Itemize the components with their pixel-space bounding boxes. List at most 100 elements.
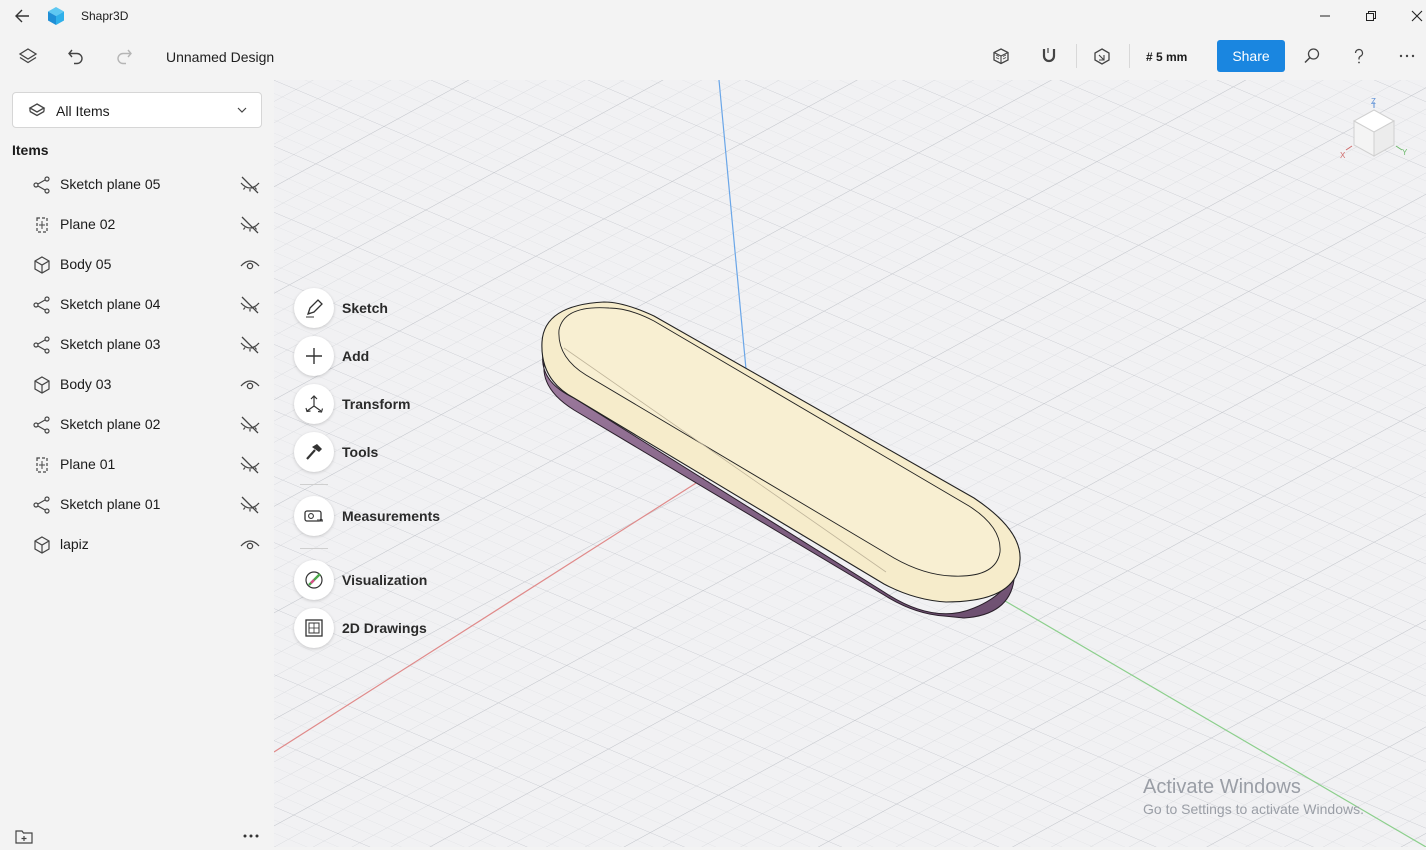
sketch-plane-icon (32, 335, 52, 355)
restore-icon[interactable] (1356, 4, 1386, 28)
tool-transform[interactable]: Transform (294, 384, 494, 424)
eye-hidden-icon[interactable] (239, 215, 261, 235)
sidebar-item[interactable]: lapiz (0, 524, 274, 564)
eye-hidden-icon[interactable] (239, 335, 261, 355)
sidebar-item-label: Sketch plane 05 (60, 176, 161, 192)
activation-watermark: Activate Windows Go to Settings to activ… (1143, 776, 1364, 817)
hammer-icon[interactable] (294, 432, 334, 472)
sidebar-item-label: Plane 02 (60, 216, 116, 232)
tool-label: Sketch (342, 300, 388, 316)
eye-icon[interactable] (239, 255, 261, 275)
eye-hidden-icon[interactable] (239, 415, 261, 435)
search-icon[interactable] (1299, 43, 1325, 69)
tool-separator (300, 484, 328, 485)
eye-hidden-icon[interactable] (239, 175, 261, 195)
layers-icon[interactable] (15, 43, 41, 69)
back-arrow-icon[interactable] (12, 6, 34, 26)
items-heading: Items (12, 142, 49, 158)
view-cube-axis-z: Z (1371, 97, 1376, 106)
top-toolbar: Unnamed Design # 5 mm Share (0, 32, 1426, 80)
view-style-icon[interactable] (988, 43, 1014, 69)
3d-viewport[interactable]: Z X Y Sketch Add Transform Tools Measurement… (274, 80, 1426, 847)
tool-2d-drawings[interactable]: 2D Drawings (294, 608, 494, 648)
help-icon[interactable] (1346, 43, 1372, 69)
toolbar-separator (1076, 44, 1077, 68)
shapr3d-logo-icon (46, 6, 66, 26)
sidebar-item-label: Body 05 (60, 256, 112, 272)
eye-hidden-icon[interactable] (239, 455, 261, 475)
item-filter-label: All Items (56, 103, 110, 119)
sidebar-item[interactable]: Plane 02 (0, 204, 274, 244)
item-filter-dropdown[interactable]: All Items (12, 92, 262, 128)
sidebar-item-label: Body 03 (60, 376, 112, 392)
sidebar-item[interactable]: Body 03 (0, 364, 274, 404)
sidebar-item-label: Sketch plane 04 (60, 296, 161, 312)
tool-label: Visualization (342, 572, 428, 588)
sidebar-item-label: Sketch plane 01 (60, 496, 161, 512)
plane-icon (32, 215, 52, 235)
eye-icon[interactable] (239, 375, 261, 395)
tool-sketch[interactable]: Sketch (294, 288, 494, 328)
tool-label: Transform (342, 396, 411, 412)
sidebar-item[interactable]: Sketch plane 04 (0, 284, 274, 324)
minimize-icon[interactable] (1310, 4, 1340, 28)
pen-icon[interactable] (294, 288, 334, 328)
undo-icon[interactable] (63, 43, 89, 69)
view-cube-axis-y: Y (1402, 148, 1408, 157)
sidebar-item[interactable]: Body 05 (0, 244, 274, 284)
toolbar-separator (1129, 44, 1130, 68)
body-icon (32, 375, 52, 395)
drawing-icon[interactable] (294, 608, 334, 648)
grid-size-readout[interactable]: # 5 mm (1146, 50, 1187, 64)
eye-icon[interactable] (239, 535, 261, 555)
body-icon (32, 255, 52, 275)
layers-icon (27, 101, 47, 121)
share-button[interactable]: Share (1217, 40, 1285, 72)
eye-hidden-icon[interactable] (239, 295, 261, 315)
sidebar-item[interactable]: Sketch plane 03 (0, 324, 274, 364)
title-bar: Shapr3D (0, 0, 1426, 32)
sidebar-item[interactable]: Sketch plane 05 (0, 164, 274, 204)
tool-label: Measurements (342, 508, 441, 524)
body-icon (32, 535, 52, 555)
document-title[interactable]: Unnamed Design (166, 49, 274, 65)
more-icon[interactable] (240, 828, 262, 844)
palette-icon[interactable] (294, 560, 334, 600)
tool-measurements[interactable]: Measurements (294, 496, 494, 536)
tool-tools[interactable]: Tools (294, 432, 494, 472)
tool-separator (300, 548, 328, 549)
watermark-title: Activate Windows (1143, 776, 1301, 798)
plus-icon[interactable] (294, 336, 334, 376)
view-cube-axis-x: X (1340, 151, 1346, 160)
new-folder-icon[interactable] (14, 827, 34, 845)
sidebar-item[interactable]: Plane 01 (0, 444, 274, 484)
close-icon[interactable] (1402, 4, 1426, 28)
items-sidebar: All Items Items Sketch plane 05 Plane 02 B… (0, 80, 274, 847)
tool-label: Tools (342, 444, 379, 460)
sidebar-item-label: Sketch plane 02 (60, 416, 161, 432)
plane-icon (32, 455, 52, 475)
snap-magnet-icon[interactable] (1036, 43, 1062, 69)
sidebar-item[interactable]: Sketch plane 01 (0, 484, 274, 524)
sketch-plane-icon (32, 175, 52, 195)
tape-measure-icon[interactable] (294, 496, 334, 536)
transform-icon[interactable] (294, 384, 334, 424)
app-title: Shapr3D (81, 9, 129, 23)
redo-icon[interactable] (111, 43, 137, 69)
selection-filter-icon[interactable] (1089, 43, 1115, 69)
sketch-plane-icon (32, 495, 52, 515)
sidebar-item[interactable]: Sketch plane 02 (0, 404, 274, 444)
sketch-plane-icon (32, 295, 52, 315)
eye-hidden-icon[interactable] (239, 495, 261, 515)
tool-visualization[interactable]: Visualization (294, 560, 494, 600)
more-icon[interactable] (1394, 43, 1420, 69)
watermark-subtitle: Go to Settings to activate Windows. (1143, 801, 1364, 817)
sidebar-item-label: Plane 01 (60, 456, 116, 472)
chevron-down-icon (235, 103, 249, 117)
tool-label: Add (342, 348, 370, 364)
tool-label: 2D Drawings (342, 620, 427, 636)
sidebar-item-label: Sketch plane 03 (60, 336, 161, 352)
tool-add[interactable]: Add (294, 336, 494, 376)
sidebar-item-label: lapiz (60, 536, 89, 552)
sketch-plane-icon (32, 415, 52, 435)
